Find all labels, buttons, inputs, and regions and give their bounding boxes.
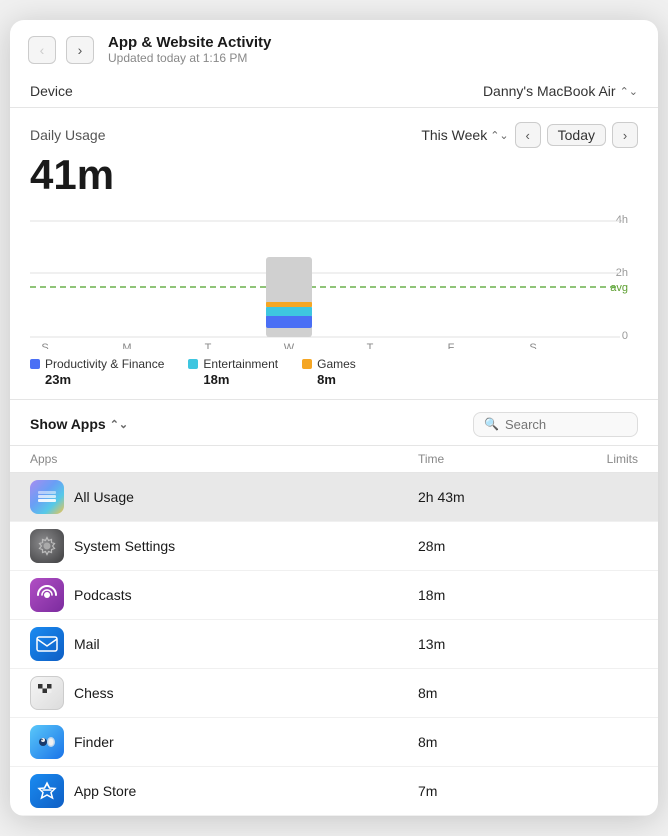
table-header: Apps Time Limits (10, 446, 658, 473)
svg-text:T: T (205, 342, 212, 349)
forward-button[interactable]: › (66, 36, 94, 64)
chess-icon (30, 676, 64, 710)
system-settings-info: System Settings (30, 529, 418, 563)
all-usage-name: All Usage (74, 489, 134, 505)
show-apps-chevron-icon: ⌃⌄ (110, 418, 128, 431)
period-selector[interactable]: This Week ⌃⌄ (421, 127, 508, 143)
app-row-system-settings[interactable]: System Settings 28m (10, 522, 658, 571)
period-label: This Week (421, 127, 487, 143)
search-box[interactable]: 🔍 (473, 412, 638, 437)
mail-icon (30, 627, 64, 661)
system-settings-icon (30, 529, 64, 563)
app-store-info: App Store (30, 774, 418, 808)
usage-time: 41m (30, 152, 638, 198)
main-window: ‹ › App & Website Activity Updated today… (10, 20, 658, 815)
podcasts-icon (30, 578, 64, 612)
svg-text:T: T (367, 342, 374, 349)
svg-text:S: S (529, 342, 536, 349)
mail-info: Mail (30, 627, 418, 661)
app-row-all-usage[interactable]: All Usage 2h 43m (10, 473, 658, 522)
back-button[interactable]: ‹ (28, 36, 56, 64)
search-icon: 🔍 (484, 417, 499, 431)
usage-chart: 4h 2h 0 avg S M T W T F S (30, 209, 638, 349)
app-row-app-store[interactable]: App Store 7m (10, 767, 658, 816)
all-usage-time: 2h 43m (418, 489, 538, 505)
svg-text:0: 0 (622, 330, 628, 342)
finder-info: Finder (30, 725, 418, 759)
daily-usage-label: Daily Usage (30, 127, 105, 143)
page-subtitle: Updated today at 1:16 PM (108, 51, 271, 65)
chart-container: 4h 2h 0 avg S M T W T F S (30, 209, 638, 349)
page-title: App & Website Activity (108, 34, 271, 51)
finder-name: Finder (74, 734, 114, 750)
device-label: Device (30, 83, 73, 99)
legend-productivity: Productivity & Finance 23m (30, 357, 164, 387)
usage-card: Daily Usage This Week ⌃⌄ ‹ Today › 41m 4… (10, 108, 658, 399)
app-row-chess[interactable]: Chess 8m (10, 669, 658, 718)
mail-name: Mail (74, 636, 100, 652)
games-label: Games (317, 357, 356, 371)
app-store-time: 7m (418, 783, 538, 799)
device-name: Danny's MacBook Air (483, 83, 616, 99)
system-settings-name: System Settings (74, 538, 175, 554)
device-row: Device Danny's MacBook Air ⌃⌄ (10, 75, 658, 108)
col-time: Time (418, 452, 538, 466)
device-chevron-icon: ⌃⌄ (620, 85, 638, 98)
games-dot (302, 359, 312, 369)
chess-time: 8m (418, 685, 538, 701)
app-store-name: App Store (74, 783, 136, 799)
all-usage-icon (30, 480, 64, 514)
period-chevron-icon: ⌃⌄ (490, 129, 508, 142)
productivity-label: Productivity & Finance (45, 357, 164, 371)
svg-text:S: S (41, 342, 48, 349)
period-nav: This Week ⌃⌄ ‹ Today › (421, 122, 638, 148)
svg-text:4h: 4h (616, 214, 628, 226)
podcasts-info: Podcasts (30, 578, 418, 612)
title-info: App & Website Activity Updated today at … (108, 34, 271, 65)
entertainment-label: Entertainment (203, 357, 278, 371)
next-period-button[interactable]: › (612, 122, 638, 148)
legend-entertainment: Entertainment 18m (188, 357, 278, 387)
today-button[interactable]: Today (547, 124, 606, 146)
title-bar: ‹ › App & Website Activity Updated today… (10, 20, 658, 75)
mail-time: 13m (418, 636, 538, 652)
app-row-finder[interactable]: Finder 8m (10, 718, 658, 767)
show-apps-label: Show Apps (30, 416, 106, 432)
svg-text:F: F (448, 342, 455, 349)
finder-time: 8m (418, 734, 538, 750)
chess-name: Chess (74, 685, 114, 701)
col-apps: Apps (30, 452, 418, 466)
chess-info: Chess (30, 676, 418, 710)
games-time: 8m (302, 372, 336, 387)
col-limits: Limits (538, 452, 638, 466)
show-apps-selector[interactable]: Show Apps ⌃⌄ (30, 416, 128, 432)
svg-text:avg: avg (610, 282, 628, 294)
app-row-podcasts[interactable]: Podcasts 18m (10, 571, 658, 620)
entertainment-time: 18m (188, 372, 229, 387)
chart-legend: Productivity & Finance 23m Entertainment… (30, 357, 638, 387)
podcasts-time: 18m (418, 587, 538, 603)
app-row-mail[interactable]: Mail 13m (10, 620, 658, 669)
search-input[interactable] (505, 417, 627, 432)
system-settings-time: 28m (418, 538, 538, 554)
productivity-dot (30, 359, 40, 369)
app-store-icon (30, 774, 64, 808)
legend-games: Games 8m (302, 357, 356, 387)
entertainment-dot (188, 359, 198, 369)
productivity-time: 23m (30, 372, 71, 387)
apps-section: Show Apps ⌃⌄ 🔍 Apps Time Limits All Usag… (10, 400, 658, 816)
podcasts-name: Podcasts (74, 587, 132, 603)
all-usage-info: All Usage (30, 480, 418, 514)
usage-header: Daily Usage This Week ⌃⌄ ‹ Today › (30, 122, 638, 148)
finder-icon (30, 725, 64, 759)
apps-toolbar: Show Apps ⌃⌄ 🔍 (10, 400, 658, 446)
prev-period-button[interactable]: ‹ (515, 122, 541, 148)
svg-text:M: M (122, 342, 131, 349)
device-selector[interactable]: Danny's MacBook Air ⌃⌄ (483, 83, 638, 99)
svg-text:W: W (284, 342, 295, 349)
